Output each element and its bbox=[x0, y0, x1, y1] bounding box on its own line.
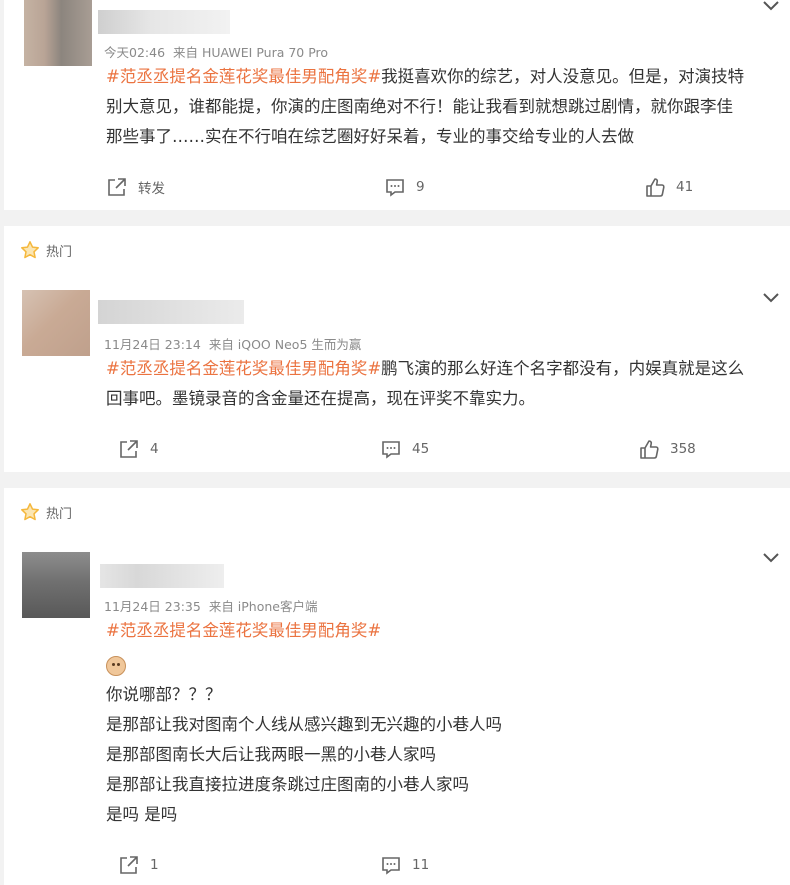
comment-button[interactable]: 45 bbox=[380, 438, 429, 460]
hot-text: 热门 bbox=[46, 244, 73, 260]
comment-button[interactable]: 9 bbox=[384, 176, 425, 198]
comment-meta: 今天02:46 来自 HUAWEI Pura 70 Pro bbox=[104, 42, 328, 61]
hot-section-header: 热门 bbox=[4, 226, 790, 274]
thumbs-up-icon bbox=[640, 440, 659, 459]
chevron-down-icon[interactable] bbox=[762, 552, 780, 564]
comment-count: 9 bbox=[416, 179, 425, 195]
topic-link[interactable]: #范丞丞提名金莲花奖最佳男配角奖# bbox=[106, 616, 776, 646]
comment-count: 11 bbox=[412, 857, 430, 873]
text-line: 是那部图南长大后让我两眼一黑的小巷人家吗 bbox=[106, 745, 436, 764]
comment-button[interactable]: 11 bbox=[380, 854, 429, 876]
like-button[interactable]: 41 bbox=[644, 176, 693, 198]
share-icon bbox=[120, 440, 138, 458]
like-button[interactable]: 358 bbox=[638, 438, 696, 460]
pig-emoji-icon bbox=[106, 655, 126, 676]
repost-button[interactable]: 转发 bbox=[106, 176, 165, 198]
chevron-down-icon[interactable] bbox=[762, 0, 780, 12]
text-line: 那些事了……实在不行咱在综艺圈好好呆着，专业的事交给专业的人去做 bbox=[106, 127, 634, 146]
comment-card: 11月24日 23:14 来自 iQOO Neo5 生而为赢 #范丞丞提名金莲花奖… bbox=[4, 274, 790, 472]
thumbs-up-icon bbox=[646, 178, 665, 197]
avatar[interactable] bbox=[22, 290, 90, 356]
comment-card: 11月24日 23:35 来自 iPhone客户端 #范丞丞提名金莲花奖最佳男配角… bbox=[4, 536, 790, 885]
hot-label: 热门 bbox=[20, 240, 72, 260]
username[interactable] bbox=[98, 10, 230, 34]
repost-count: 4 bbox=[150, 441, 159, 457]
text-line: 回事吧。墨镜录音的含金量还在提高，现在评奖不靠实力。 bbox=[106, 389, 535, 408]
chevron-down-icon[interactable] bbox=[762, 292, 780, 304]
comment-text: #范丞丞提名金莲花奖最佳男配角奖#我挺喜欢你的综艺，对人没意见。但是，对演技特 … bbox=[106, 62, 776, 152]
comment-source: 来自 iQOO Neo5 生而为赢 bbox=[208, 337, 362, 352]
share-icon bbox=[120, 856, 138, 874]
like-count: 41 bbox=[676, 179, 694, 195]
comment-source: 来自 iPhone客户端 bbox=[208, 599, 318, 614]
username[interactable] bbox=[100, 564, 224, 588]
text-line: 是那部让我对图南个人线从感兴趣到无兴趣的小巷人吗 bbox=[106, 715, 502, 734]
comment-source: 来自 HUAWEI Pura 70 Pro bbox=[173, 45, 329, 60]
comment-time: 11月24日 23:35 bbox=[104, 599, 201, 614]
repost-label: 转发 bbox=[138, 181, 165, 197]
comment-text: #范丞丞提名金莲花奖最佳男配角奖# 你说哪部？？？ 是那部让我对图南个人线从感兴… bbox=[106, 616, 776, 830]
topic-link[interactable]: #范丞丞提名金莲花奖最佳男配角奖# bbox=[106, 359, 381, 378]
text-line: 是吗 是吗 bbox=[106, 805, 178, 824]
comment-time: 今天02:46 bbox=[104, 45, 166, 60]
comment-meta: 11月24日 23:35 来自 iPhone客户端 bbox=[104, 596, 317, 615]
repost-count: 1 bbox=[150, 857, 159, 873]
text-line: 别大意见，谁都能提，你演的庄图南绝对不行！能让我看到就想跳过剧情，就你跟李佳 bbox=[106, 97, 733, 116]
avatar[interactable] bbox=[22, 552, 90, 618]
comment-count: 45 bbox=[412, 441, 430, 457]
text-line: 你说哪部？？？ bbox=[106, 685, 222, 704]
comment-time: 11月24日 23:14 bbox=[104, 337, 201, 352]
hot-label: 热门 bbox=[20, 502, 72, 522]
text-line: 是那部让我直接拉进度条跳过庄图南的小巷人家吗 bbox=[106, 775, 469, 794]
star-icon bbox=[21, 503, 39, 521]
comment-text: #范丞丞提名金莲花奖最佳男配角奖#鹏飞演的那么好连个名字都没有，内娱真就是这么 … bbox=[106, 354, 776, 414]
comment-meta: 11月24日 23:14 来自 iQOO Neo5 生而为赢 bbox=[104, 334, 361, 353]
avatar[interactable] bbox=[24, 0, 92, 66]
topic-link[interactable]: #范丞丞提名金莲花奖最佳男配角奖# bbox=[106, 67, 381, 86]
comment-icon bbox=[382, 857, 400, 875]
text-line: 鹏飞演的那么好连个名字都没有，内娱真就是这么 bbox=[381, 359, 745, 378]
star-icon bbox=[21, 241, 39, 259]
hot-text: 热门 bbox=[46, 506, 73, 522]
hot-section-header: 热门 bbox=[4, 488, 790, 536]
comment-icon bbox=[386, 179, 404, 197]
repost-button[interactable]: 1 bbox=[118, 854, 159, 876]
share-icon bbox=[108, 178, 126, 196]
comment-icon bbox=[382, 441, 400, 459]
text-line: 我挺喜欢你的综艺，对人没意见。但是，对演技特 bbox=[381, 67, 745, 86]
comment-card: 今天02:46 来自 HUAWEI Pura 70 Pro #范丞丞提名金莲花奖最… bbox=[4, 0, 790, 210]
username[interactable] bbox=[98, 300, 244, 324]
like-count: 358 bbox=[670, 441, 696, 457]
repost-button[interactable]: 4 bbox=[118, 438, 159, 460]
